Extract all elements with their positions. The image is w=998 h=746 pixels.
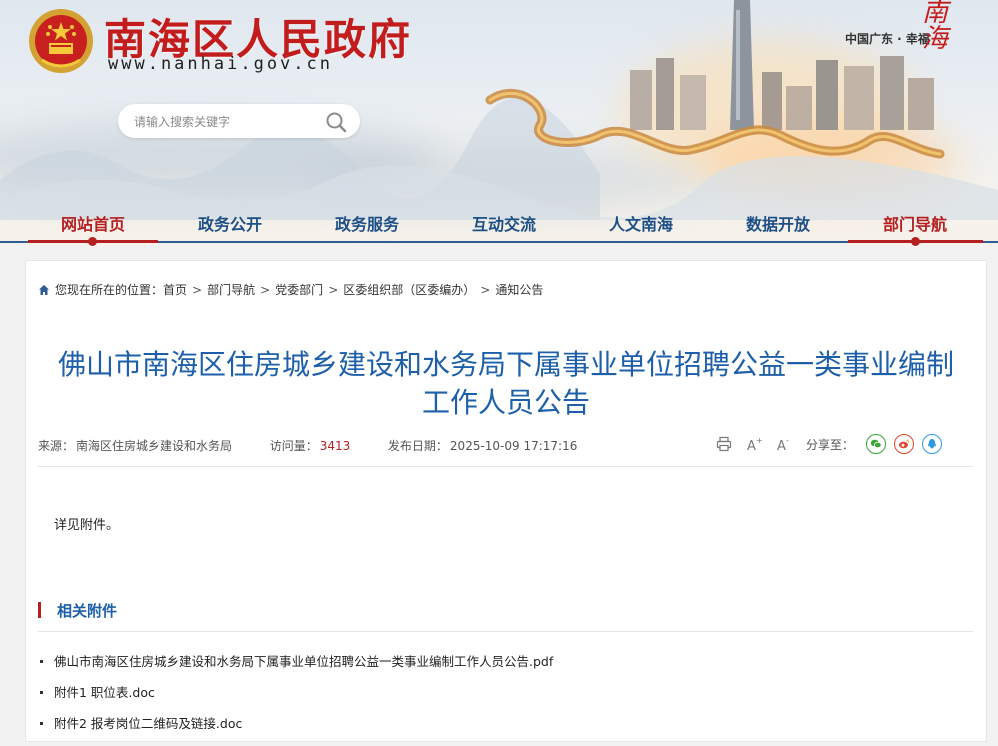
breadcrumb-item-departments[interactable]: 部门导航 bbox=[207, 281, 255, 298]
bullet bbox=[40, 722, 43, 725]
article-title-line1: 佛山市南海区住房城乡建设和水务局下属事业单位招聘公益一类事业编制 bbox=[57, 347, 954, 381]
article-meta: 来源： 南海区住房城乡建设和水务局 访问量： 3413 发布日期： 2025-10-0… bbox=[38, 437, 579, 454]
bullet bbox=[40, 691, 43, 694]
qq-icon bbox=[928, 439, 936, 449]
national-emblem-icon bbox=[29, 9, 93, 73]
attachment-link[interactable]: 附件1 职位表.doc bbox=[38, 684, 553, 715]
attachment-name: 附件1 职位表.doc bbox=[54, 685, 155, 700]
publish-date: 2025-10-09 17:17:16 bbox=[449, 439, 578, 453]
visits-label: 访问量： bbox=[269, 439, 318, 453]
nav-item-open-data[interactable]: 数据开放 bbox=[718, 211, 838, 235]
breadcrumb: 您现在所在的位置： 首页 > 部门导航 > 党委部门 > 区委组织部（区委编办）… bbox=[38, 281, 543, 298]
article-title: 佛山市南海区住房城乡建设和水务局下属事业单位招聘公益一类事业编制 工作人员公告 bbox=[36, 346, 976, 422]
nav-active-dot bbox=[88, 237, 97, 246]
attachment-name: 附件2 报考岗位二维码及链接.doc bbox=[54, 716, 243, 731]
meta-divider bbox=[38, 466, 973, 467]
nav-item-departments[interactable]: 部门导航 bbox=[855, 211, 975, 235]
share-label: 分享至： bbox=[806, 437, 855, 452]
nanhai-calligraphy-mark: 南海 bbox=[921, 0, 948, 54]
font-decrease-icon[interactable]: A - bbox=[776, 436, 792, 452]
site-url: www.nanhai.gov.cn bbox=[108, 54, 333, 74]
article-title-line2: 工作人员公告 bbox=[421, 385, 590, 419]
nav-item-gov-affairs[interactable]: 政务公开 bbox=[170, 211, 290, 235]
nav-item-home[interactable]: 网站首页 bbox=[33, 211, 153, 235]
font-increase-icon[interactable]: A + bbox=[746, 436, 762, 452]
breadcrumb-item-party-depts[interactable]: 党委部门 bbox=[275, 281, 323, 298]
share-weibo-button[interactable] bbox=[894, 434, 915, 454]
attachment-link[interactable]: 佛山市南海区住房城乡建设和水务局下属事业单位招聘公益一类事业编制工作人员公告.p… bbox=[38, 653, 553, 684]
breadcrumb-separator: > bbox=[328, 282, 339, 297]
attachment-link[interactable]: 附件2 报考岗位二维码及链接.doc bbox=[38, 715, 553, 746]
dragon-illustration bbox=[485, 88, 945, 159]
source-value: 南海区住房城乡建设和水务局 bbox=[76, 439, 233, 453]
breadcrumb-item-home[interactable]: 首页 bbox=[163, 281, 187, 298]
visits-count: 3413 bbox=[319, 439, 351, 453]
nav-item-gov-services[interactable]: 政务服务 bbox=[307, 211, 427, 235]
wechat-icon bbox=[870, 439, 882, 449]
attachments-divider bbox=[38, 631, 973, 632]
bullet bbox=[40, 660, 43, 663]
search-icon[interactable] bbox=[324, 110, 348, 134]
breadcrumb-separator: > bbox=[260, 282, 271, 297]
svg-text:A: A bbox=[747, 439, 756, 452]
breadcrumb-item-org-dept[interactable]: 区委组织部（区委编办） bbox=[343, 281, 475, 298]
search-box bbox=[118, 104, 360, 138]
article-tools: A + A - 分享至： bbox=[716, 432, 943, 456]
weibo-icon bbox=[899, 439, 910, 449]
share-qq-button[interactable] bbox=[922, 434, 943, 454]
main-nav: 网站首页 政务公开 政务服务 互动交流 人文南海 数据开放 部门导航 bbox=[0, 203, 998, 246]
svg-text:-: - bbox=[786, 436, 789, 445]
svg-text:A: A bbox=[777, 439, 786, 452]
slogan: 中国广东 · 幸福 bbox=[845, 32, 930, 46]
source-label: 来源： bbox=[38, 439, 75, 453]
breadcrumb-separator: > bbox=[480, 282, 491, 297]
home-icon bbox=[39, 284, 49, 295]
svg-text:+: + bbox=[756, 436, 762, 445]
share-wechat-button[interactable] bbox=[866, 434, 887, 454]
article-body: 详见附件。 bbox=[54, 518, 120, 533]
attachment-name: 佛山市南海区住房城乡建设和水务局下属事业单位招聘公益一类事业编制工作人员公告.p… bbox=[54, 654, 554, 669]
breadcrumb-separator: > bbox=[192, 282, 203, 297]
attachments-heading: 相关附件 bbox=[38, 601, 118, 620]
attachments-title: 相关附件 bbox=[57, 601, 118, 620]
nav-item-interaction[interactable]: 互动交流 bbox=[444, 211, 564, 235]
attachments-list: 佛山市南海区住房城乡建设和水务局下属事业单位招聘公益一类事业编制工作人员公告.p… bbox=[38, 653, 553, 746]
search-input[interactable] bbox=[132, 112, 316, 132]
breadcrumb-item-notices[interactable]: 通知公告 bbox=[495, 281, 543, 298]
print-icon[interactable] bbox=[716, 436, 732, 452]
nav-item-culture[interactable]: 人文南海 bbox=[581, 211, 701, 235]
date-label: 发布日期： bbox=[387, 439, 448, 453]
nav-active-dot bbox=[911, 237, 920, 246]
article-card: 您现在所在的位置： 首页 > 部门导航 > 党委部门 > 区委组织部（区委编办）… bbox=[25, 260, 987, 742]
heading-accent-bar bbox=[38, 602, 41, 618]
breadcrumb-prefix: 您现在所在的位置： bbox=[55, 283, 164, 297]
